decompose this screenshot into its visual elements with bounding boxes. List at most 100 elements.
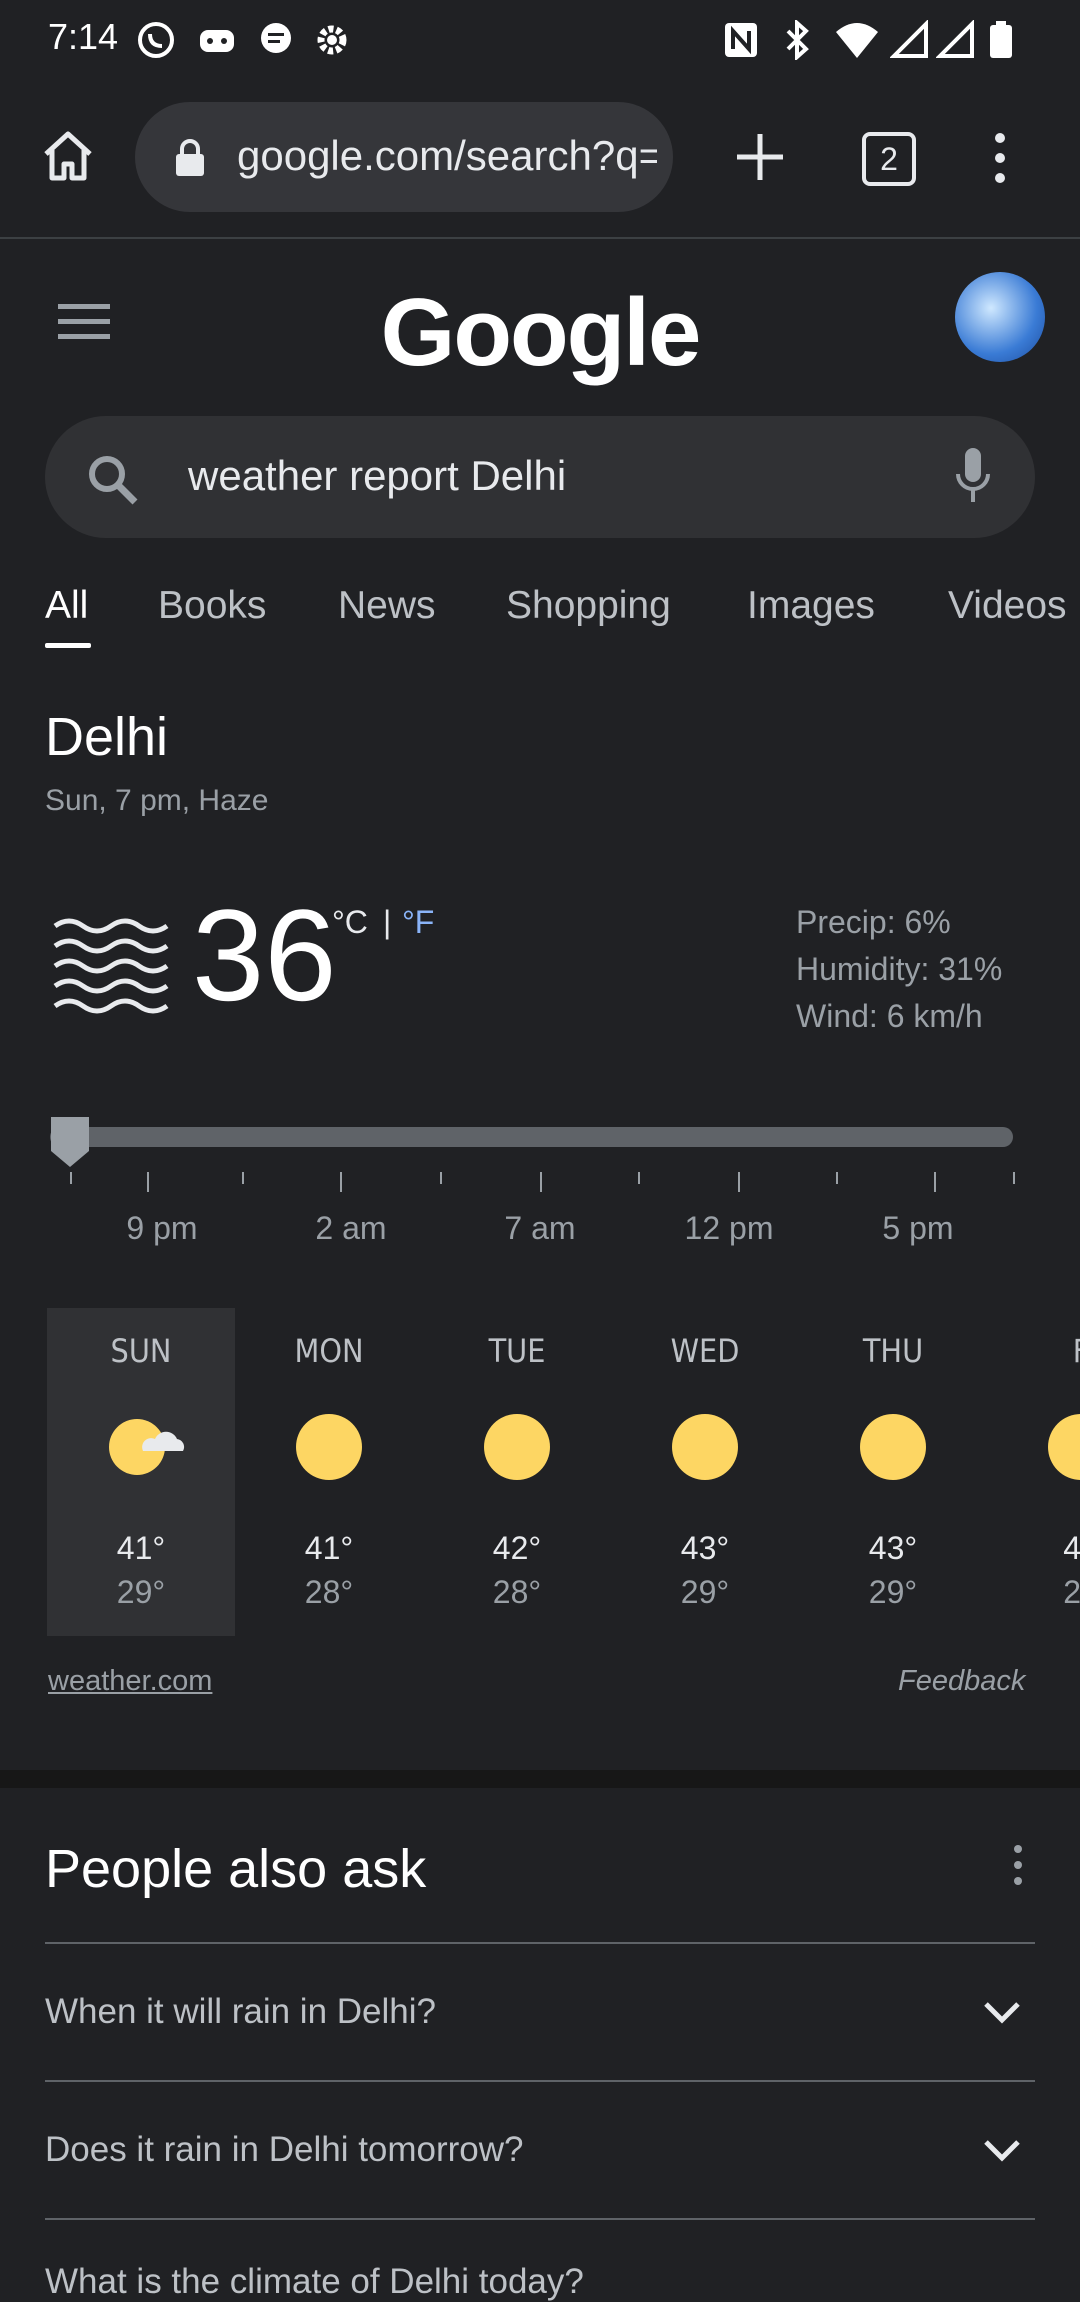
time-label: 12 pm — [684, 1210, 774, 1246]
time-slider-track[interactable] — [50, 1127, 1013, 1147]
sunny-icon — [860, 1414, 926, 1480]
forecast-low-temp: 28° — [492, 1574, 542, 1610]
bluetooth-icon — [786, 20, 809, 60]
tab-news[interactable]: News — [338, 584, 436, 628]
forecast-low-temp: 29° — [680, 1574, 730, 1610]
forecast-day-name: TUE — [488, 1332, 546, 1370]
divider — [45, 2218, 1035, 2220]
forecast-low-temp: 28° — [304, 1574, 354, 1610]
url-text[interactable]: google.com/search?q=weather+report+Delhi — [237, 132, 657, 180]
nfc-icon — [725, 23, 757, 57]
whatsapp-icon — [138, 22, 174, 58]
forecast-day-name: MON — [294, 1332, 364, 1370]
forecast-day[interactable]: TUE 42° 28° — [423, 1308, 611, 1636]
active-tab-indicator — [45, 643, 91, 648]
status-time: 7:14 — [48, 16, 119, 57]
sunny-icon — [484, 1414, 550, 1480]
forecast-day[interactable]: MON 41° 28° — [235, 1308, 423, 1636]
account-avatar[interactable] — [955, 272, 1045, 362]
paa-question[interactable]: What is the climate of Delhi today? — [45, 2262, 584, 2302]
new-tab-icon[interactable] — [733, 130, 787, 184]
humidity: Humidity: 31% — [796, 951, 1003, 987]
time-label: 5 pm — [882, 1210, 954, 1246]
tab-books[interactable]: Books — [158, 584, 266, 628]
signal-icon — [890, 20, 928, 58]
tab-switcher-button[interactable]: 2 — [862, 132, 916, 186]
unit-separator: | — [383, 904, 392, 940]
weather-city: Delhi — [45, 707, 169, 767]
forecast-day-name: SUN — [110, 1332, 172, 1370]
battery-icon — [990, 21, 1012, 58]
haze-icon — [53, 918, 169, 1014]
forecast-day[interactable]: F 43 28 — [987, 1308, 1080, 1636]
slider-tick — [934, 1172, 936, 1192]
precipitation: Precip: 6% — [796, 904, 951, 940]
forecast-low-temp: 28 — [1063, 1574, 1080, 1610]
slider-tick — [836, 1172, 838, 1184]
weather-subtitle: Sun, 7 pm, Haze — [45, 784, 269, 817]
tab-videos[interactable]: Videos — [948, 584, 1080, 628]
browser-toolbar: google.com/search?q=weather+report+Delhi… — [0, 80, 1080, 239]
message-icon — [261, 23, 291, 53]
wind: Wind: 6 km/h — [796, 998, 983, 1034]
unit-fahrenheit[interactable]: °F — [402, 904, 434, 941]
forecast-day[interactable]: SUN 41° 29° — [47, 1308, 235, 1636]
home-icon[interactable] — [40, 128, 96, 184]
section-divider — [0, 1770, 1080, 1788]
search-input[interactable]: weather report Delhi — [188, 452, 566, 500]
forecast-day-name: THU — [862, 1332, 924, 1370]
people-also-ask-title: People also ask — [45, 1839, 427, 1899]
tab-all[interactable]: All — [45, 584, 88, 628]
forecast-high-temp: 41° — [304, 1530, 354, 1566]
paa-question[interactable]: When it will rain in Delhi? — [45, 1992, 436, 2032]
time-label: 2 am — [315, 1210, 387, 1246]
url-bar[interactable]: google.com/search?q=weather+report+Delhi — [135, 102, 673, 212]
search-box[interactable]: weather report Delhi — [45, 416, 1035, 538]
time-slider-handle[interactable] — [47, 1113, 93, 1169]
wifi-icon — [836, 23, 878, 58]
partly-sunny-icon — [109, 1419, 185, 1475]
forecast-day-name: WED — [670, 1332, 740, 1370]
paa-more-options-icon[interactable] — [1008, 1843, 1028, 1887]
slider-tick — [738, 1172, 740, 1192]
slider-tick — [1013, 1172, 1015, 1184]
forecast-high-temp: 42° — [492, 1530, 542, 1566]
game-controller-icon — [200, 30, 234, 52]
tab-shopping[interactable]: Shopping — [506, 584, 671, 628]
feedback-link[interactable]: Feedback — [898, 1665, 1025, 1698]
search-icon[interactable] — [85, 452, 139, 506]
source-link[interactable]: weather.com — [48, 1665, 212, 1698]
forecast-low-temp: 29° — [868, 1574, 918, 1610]
forecast-high-temp: 41° — [116, 1530, 166, 1566]
divider — [45, 2080, 1035, 2082]
tab-count: 2 — [880, 141, 898, 177]
chevron-down-icon[interactable] — [982, 2000, 1022, 2026]
forecast-high-temp: 43 — [1063, 1530, 1080, 1566]
current-temperature: 36 — [192, 882, 337, 1028]
sunny-icon — [672, 1414, 738, 1480]
forecast-day-name: F — [987, 1332, 1080, 1370]
signal-2-icon — [936, 20, 974, 58]
slider-tick — [440, 1172, 442, 1184]
forecast-low-temp: 29° — [116, 1574, 166, 1610]
status-bar: 7:14 — [0, 0, 1080, 80]
more-options-icon[interactable] — [984, 130, 1016, 186]
time-label: 9 pm — [126, 1210, 198, 1246]
forecast-day[interactable]: THU 43° 29° — [799, 1308, 987, 1636]
slider-tick — [340, 1172, 342, 1192]
time-label: 7 am — [504, 1210, 576, 1246]
unit-celsius[interactable]: °C — [332, 904, 368, 941]
slider-tick — [242, 1172, 244, 1184]
paa-question[interactable]: Does it rain in Delhi tomorrow? — [45, 2130, 524, 2170]
forecast-day[interactable]: WED 43° 29° — [611, 1308, 799, 1636]
chevron-down-icon[interactable] — [982, 2138, 1022, 2164]
slider-tick — [540, 1172, 542, 1192]
divider — [45, 1942, 1035, 1944]
tab-images[interactable]: Images — [747, 584, 875, 628]
microphone-icon[interactable] — [953, 446, 993, 508]
forecast-high-temp: 43° — [680, 1530, 730, 1566]
sunny-icon — [296, 1414, 362, 1480]
settings-gear-icon — [317, 25, 347, 55]
google-logo[interactable]: Google — [0, 278, 1080, 388]
lock-icon[interactable] — [173, 138, 207, 178]
